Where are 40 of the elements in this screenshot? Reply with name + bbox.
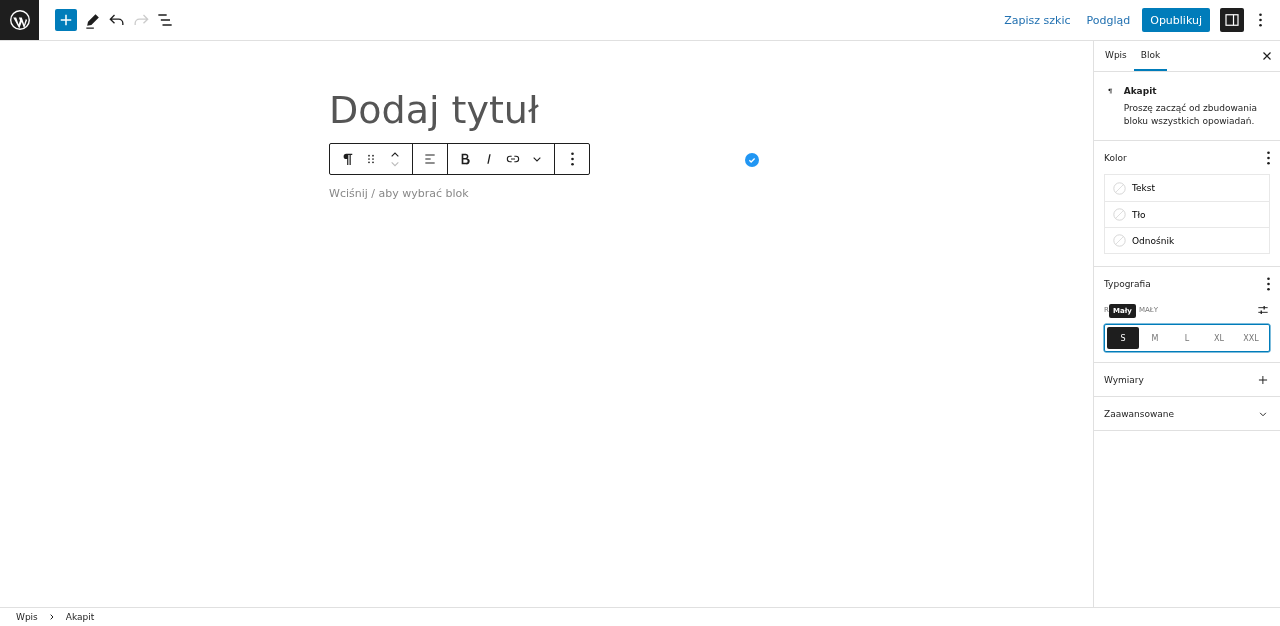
size-option[interactable]: M bbox=[1139, 327, 1171, 349]
panel-title: Kolor bbox=[1104, 152, 1127, 163]
settings-toggle-button[interactable] bbox=[1220, 8, 1244, 32]
color-option[interactable]: Tło bbox=[1105, 201, 1269, 227]
more-vertical-icon bbox=[1267, 150, 1270, 165]
color-swatch-icon bbox=[1113, 234, 1126, 247]
color-option[interactable]: Tekst bbox=[1105, 175, 1269, 201]
size-option[interactable]: XL bbox=[1203, 327, 1235, 349]
sidebar-tab[interactable]: Blok bbox=[1133, 41, 1168, 71]
size-option[interactable]: L bbox=[1171, 327, 1203, 349]
panel-title: Zaawansowane bbox=[1104, 408, 1175, 419]
breadcrumb[interactable]: Akapit bbox=[61, 612, 99, 622]
panel-title: Wymiary bbox=[1104, 374, 1144, 385]
size-option[interactable]: XXL bbox=[1235, 327, 1267, 349]
block-name: Akapit bbox=[1123, 86, 1158, 96]
sliders-icon bbox=[1256, 303, 1270, 317]
more-vertical-icon bbox=[1258, 13, 1262, 27]
sidebar-tab[interactable]: Wpis bbox=[1098, 41, 1134, 71]
options-button[interactable] bbox=[1267, 276, 1270, 291]
breadcrumb[interactable]: Wpis bbox=[12, 612, 42, 622]
options-button[interactable] bbox=[1267, 150, 1270, 165]
sidebar-panel-icon bbox=[1223, 11, 1241, 29]
color-option[interactable]: Odnośnik bbox=[1105, 227, 1269, 253]
color-swatch-icon bbox=[1113, 208, 1126, 221]
block-description: Proszę zacząć od zbudowania bloku wszystkich opowiadań. bbox=[1123, 102, 1259, 128]
more-vertical-icon bbox=[570, 152, 574, 166]
panel-title: Typografia bbox=[1104, 278, 1151, 289]
toolbar-link[interactable]: Zapisz szkic bbox=[998, 7, 1077, 33]
post-title-placeholder[interactable]: Dodaj tytuł bbox=[329, 89, 539, 131]
custom-size-button[interactable] bbox=[1256, 303, 1270, 317]
wordpress-logo[interactable] bbox=[0, 0, 39, 40]
publish-button[interactable]: Opublikuj bbox=[1142, 8, 1210, 32]
more-vertical-icon bbox=[1267, 276, 1270, 291]
align-left-icon bbox=[422, 151, 438, 167]
wordpress-logo-icon bbox=[7, 8, 32, 32]
color-swatch-icon bbox=[1113, 181, 1126, 195]
toolbar-link[interactable]: Podgląd bbox=[1080, 7, 1137, 33]
block-placeholder[interactable]: Wciśnij / aby wybrać blok bbox=[329, 187, 469, 200]
size-option[interactable]: S bbox=[1107, 327, 1139, 349]
checkmark-icon bbox=[745, 153, 759, 167]
